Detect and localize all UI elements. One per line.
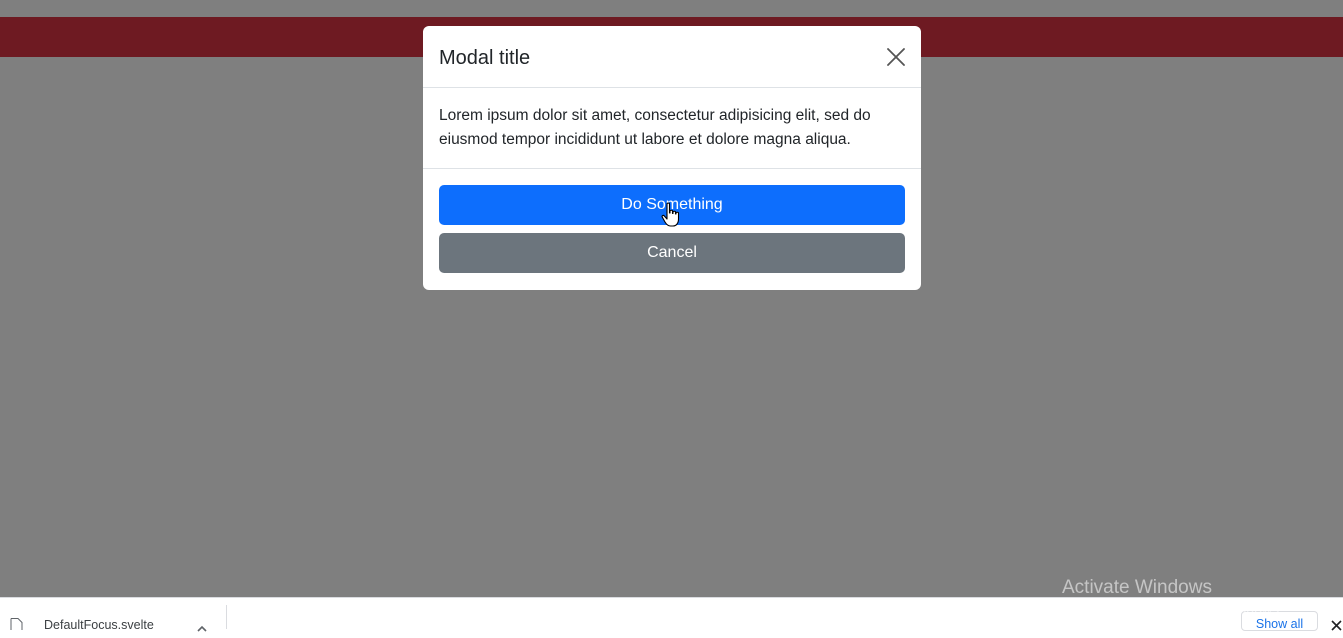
- modal-dialog: Modal title Lorem ipsum dolor sit amet, …: [423, 26, 921, 290]
- watermark-subtitle: Go to Settings to activate Windows.: [1062, 601, 1283, 617]
- file-icon: [10, 617, 23, 630]
- download-divider: [226, 605, 227, 629]
- watermark-title: Activate Windows: [1062, 577, 1212, 598]
- close-icon[interactable]: [1331, 618, 1342, 631]
- modal-body: Lorem ipsum dolor sit amet, consectetur …: [423, 88, 921, 169]
- activate-windows-watermark: Activate Windows Go to Settings to activ…: [1062, 577, 1283, 619]
- hand-pointer-icon: [661, 202, 681, 228]
- modal-body-text: Lorem ipsum dolor sit amet, consectetur …: [439, 107, 871, 148]
- close-icon[interactable]: [885, 46, 907, 68]
- download-file-name[interactable]: DefaultFocus.svelte: [44, 618, 154, 632]
- modal-header: Modal title: [423, 26, 921, 88]
- modal-title: Modal title: [439, 47, 531, 69]
- cancel-button[interactable]: Cancel: [439, 233, 905, 273]
